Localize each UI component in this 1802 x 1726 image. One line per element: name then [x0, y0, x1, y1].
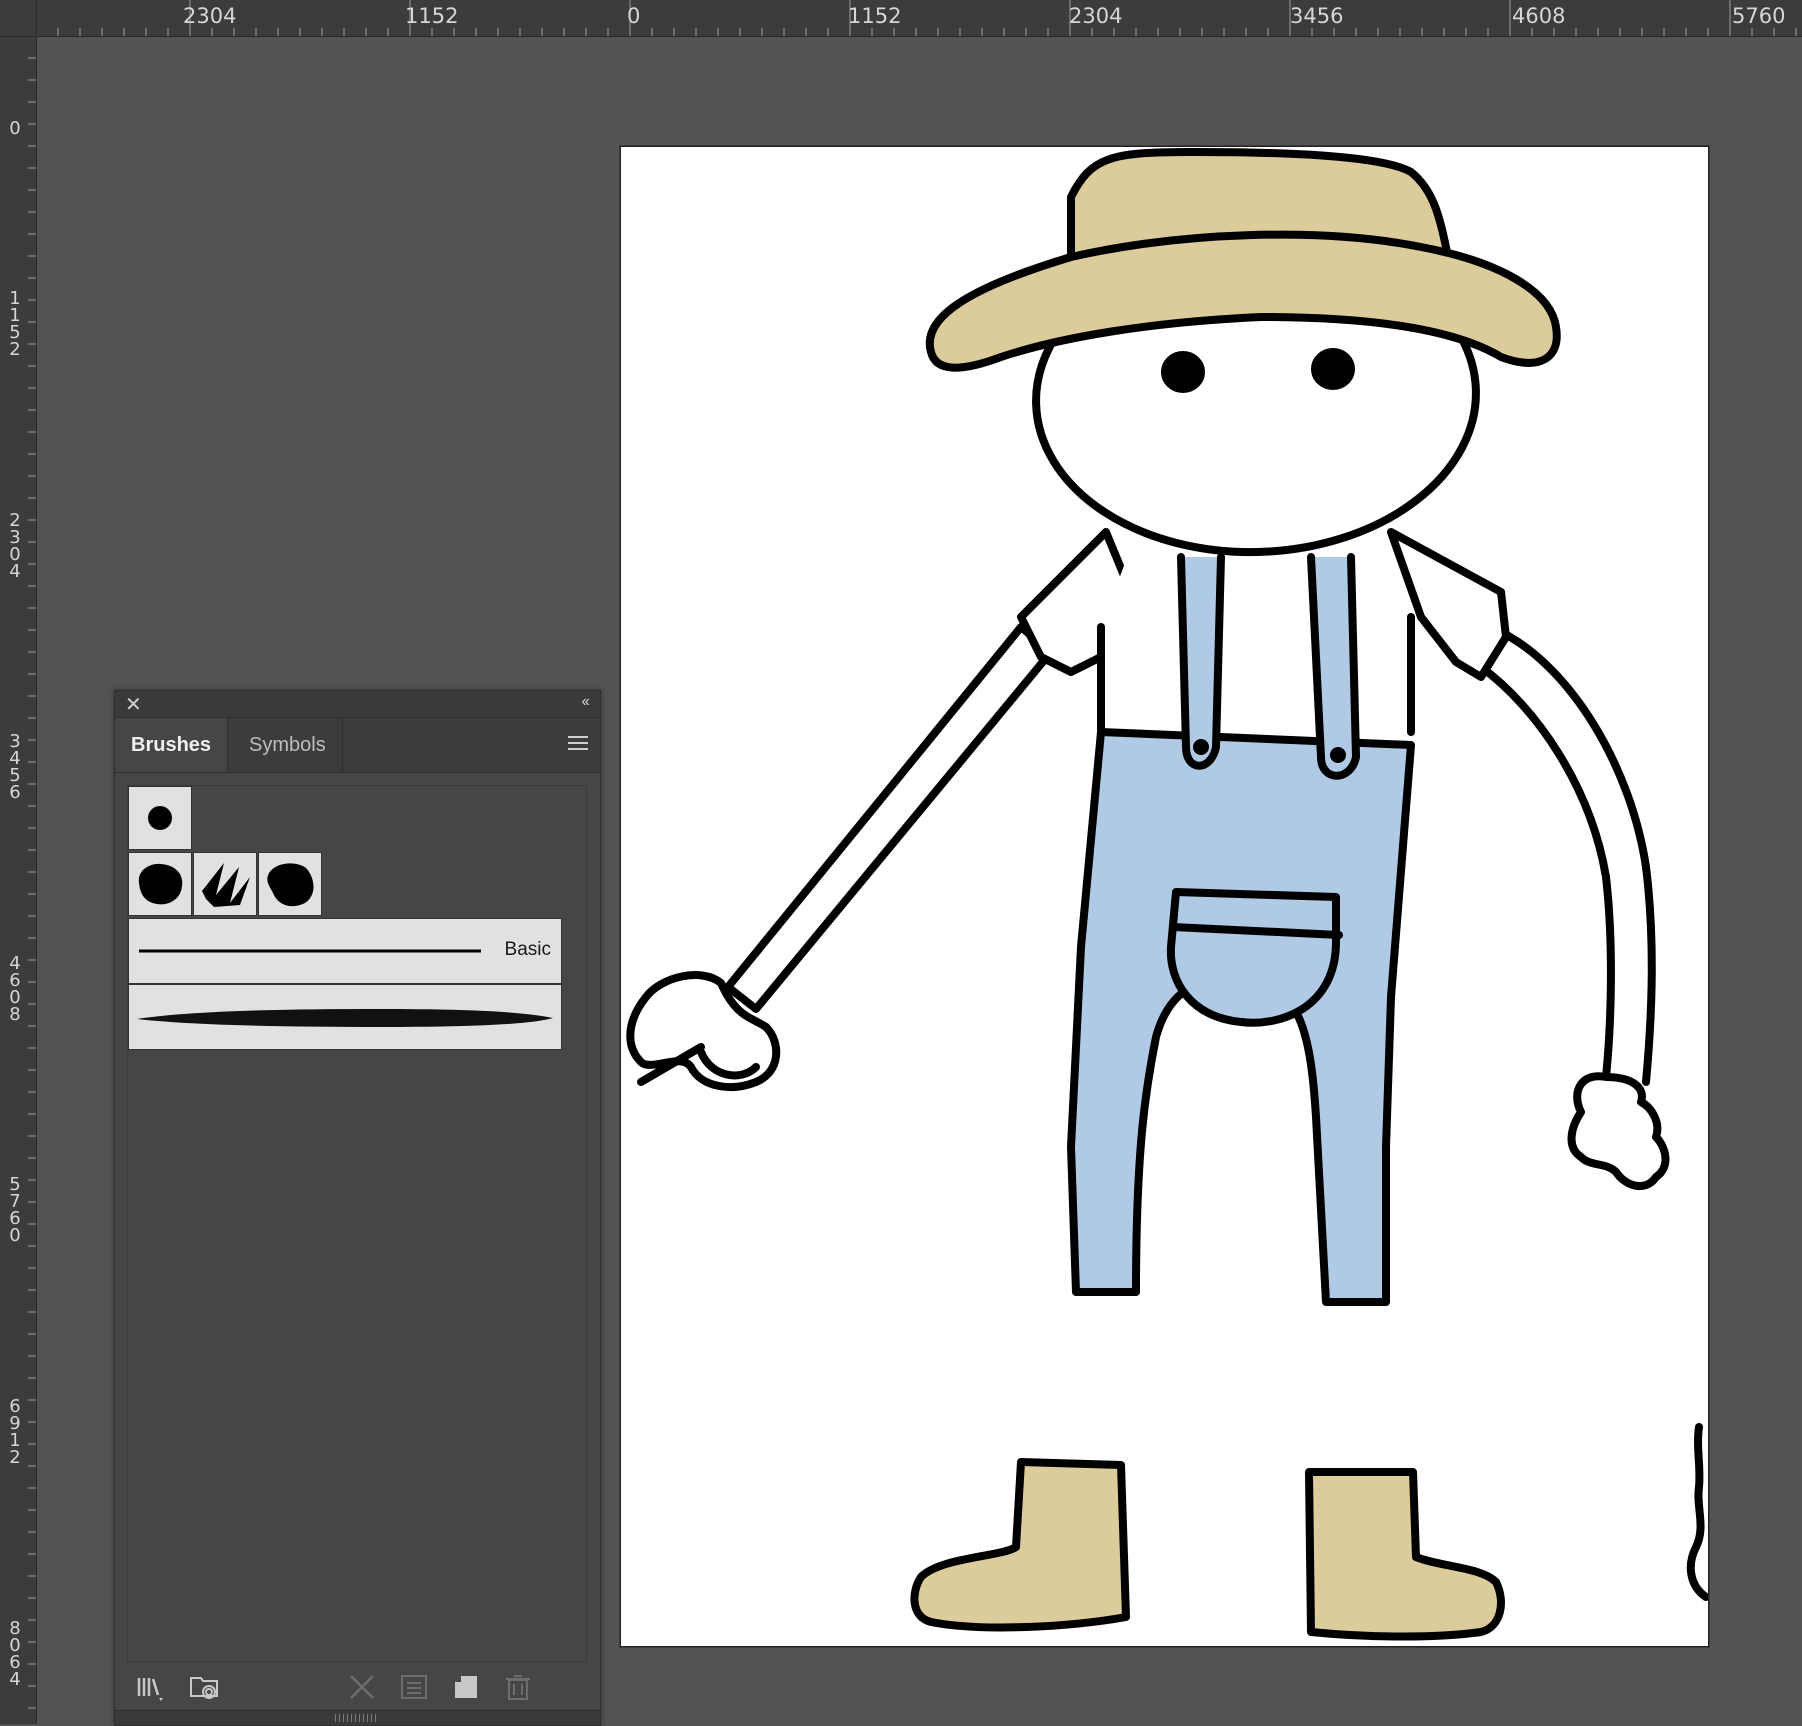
round-dot-brush[interactable]: [128, 786, 192, 850]
right-arm: [1497, 628, 1656, 1086]
libraries-panel-icon[interactable]: [187, 1670, 221, 1704]
blob-brush[interactable]: [128, 852, 192, 916]
tab-brushes[interactable]: Brushes: [115, 718, 229, 772]
brush-libraries-menu-icon[interactable]: [133, 1670, 167, 1704]
new-brush-icon[interactable]: [449, 1670, 483, 1704]
blob-brush-icon: [138, 863, 183, 905]
ruler-origin-corner[interactable]: [0, 0, 37, 37]
splatter-brush[interactable]: [258, 852, 322, 916]
panel-resize-grip[interactable]: [115, 1710, 600, 1725]
ruler-label: 5760: [1732, 4, 1786, 28]
ruler-label: 8064: [9, 1618, 21, 1690]
charcoal-stroke-preview: [137, 1009, 553, 1027]
ruler-label: 1152: [9, 288, 21, 360]
ruler-label: 4608: [1512, 4, 1566, 28]
right-boot: [1305, 1468, 1505, 1641]
panel-title-bar[interactable]: ✕ ‹‹: [115, 691, 600, 718]
ruler-label: 0: [9, 118, 21, 139]
brush-list[interactable]: Basic: [127, 785, 587, 1662]
ruler-label: 2304: [183, 4, 237, 28]
scribble-brush[interactable]: [193, 852, 257, 916]
remove-brush-stroke-icon[interactable]: [345, 1670, 379, 1704]
tab-symbols[interactable]: Symbols: [233, 718, 343, 772]
bib-pocket: [1166, 888, 1340, 1027]
left-boot: [910, 1458, 1130, 1632]
panel-tab-row: Brushes Symbols: [115, 718, 600, 773]
left-arm: [724, 623, 1055, 1013]
ruler-label: 2304: [9, 510, 21, 582]
basic-brush[interactable]: Basic: [128, 918, 562, 984]
panel-footer: [115, 1664, 600, 1710]
delete-brush-icon[interactable]: [501, 1670, 535, 1704]
round-dot-icon: [148, 806, 172, 830]
right-strap: [1307, 553, 1360, 780]
ruler-label: 3456: [9, 731, 21, 803]
ruler-label: 6912: [9, 1396, 21, 1468]
left-strap: [1177, 553, 1225, 770]
ruler-label: 3456: [1290, 4, 1344, 28]
scribble-brush-icon: [202, 863, 250, 907]
basic-brush-label: Basic: [504, 939, 551, 960]
left-eye: [1161, 351, 1205, 393]
farmer-illustration[interactable]: [621, 147, 1708, 1646]
ruler-label: 1152: [405, 4, 459, 28]
charcoal-brush[interactable]: [128, 984, 562, 1050]
double-chevron-left-icon[interactable]: ‹‹: [581, 693, 590, 711]
ruler-label: 5760: [9, 1174, 21, 1246]
brushes-panel[interactable]: ✕ ‹‹ Brushes Symbols Basic: [114, 690, 601, 1726]
ruler-label: 4608: [9, 953, 21, 1025]
horizontal-ruler[interactable]: 2304 1152 0 1152 2304 3456 4608 5760: [0, 0, 1802, 37]
ruler-label: 1152: [848, 4, 902, 28]
ruler-label: 0: [627, 4, 641, 28]
vertical-ruler[interactable]: 0 1152 2304 3456 4608 5760 6912 8064: [0, 0, 37, 1724]
close-icon[interactable]: ✕: [125, 692, 142, 717]
artboard[interactable]: [620, 146, 1709, 1647]
splatter-brush-icon: [267, 863, 314, 907]
brush-options-icon[interactable]: [397, 1670, 431, 1704]
hamburger-menu-icon[interactable]: [568, 736, 588, 754]
grip-lines: [335, 1714, 379, 1722]
right-eye: [1311, 348, 1355, 390]
ruler-label: 2304: [1069, 4, 1123, 28]
right-hand: [1567, 1072, 1670, 1190]
basic-stroke-preview: [139, 949, 481, 953]
